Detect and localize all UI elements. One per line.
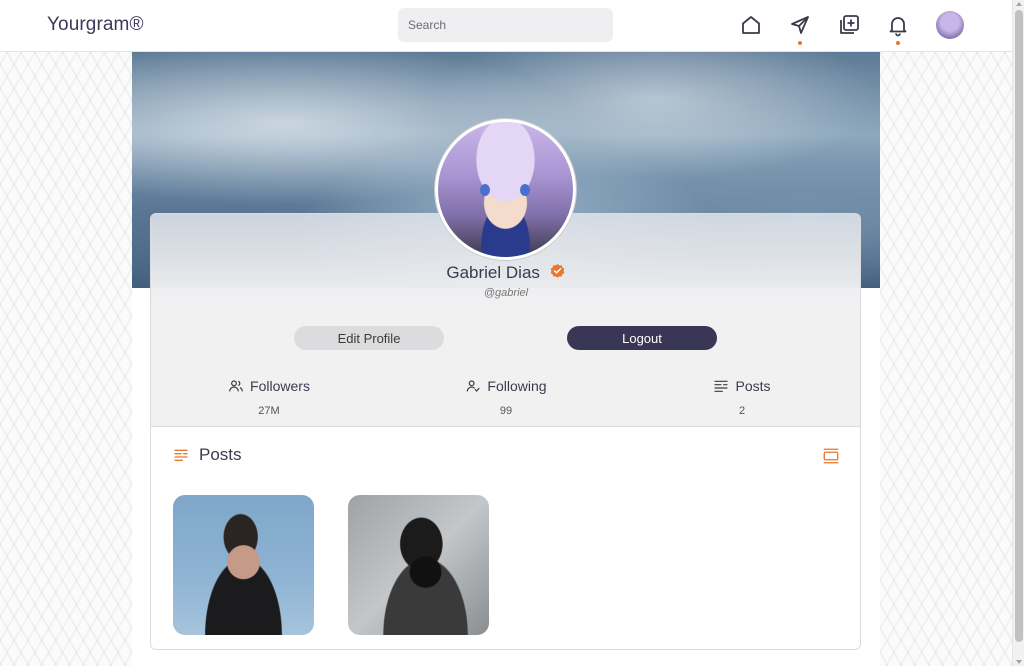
stat-label: Posts [735,378,771,394]
stat-posts[interactable]: Posts 2 [662,378,822,417]
stat-followers[interactable]: Followers 27M [189,378,349,417]
top-navigation-bar: Yourgram® [0,0,1012,52]
posts-icon [714,380,729,392]
logout-button[interactable]: Logout [567,326,717,350]
followers-icon [229,380,243,392]
edit-profile-button[interactable]: Edit Profile [294,326,444,350]
send-icon[interactable] [788,13,812,45]
avatar-eye [480,184,490,196]
profile-name: Gabriel Dias [446,263,540,282]
stat-value: 2 [738,405,746,417]
stat-following[interactable]: Following 99 [426,378,586,417]
profile-name-row: Gabriel Dias [0,263,1012,283]
verified-badge-icon [550,264,564,278]
scroll-thumb[interactable] [1015,10,1023,642]
stat-label: Following [487,378,547,394]
app-logo[interactable]: Yourgram® [47,14,144,36]
scrollbar[interactable] [1012,0,1024,666]
post-thumbnail[interactable] [348,495,489,635]
home-icon[interactable] [739,13,763,37]
profile-handle: @gabriel [483,287,529,299]
posts-list-icon [174,449,188,461]
profile-avatar[interactable] [435,119,576,260]
notification-dot [798,41,802,45]
layout-toggle-icon[interactable] [822,447,840,465]
stat-value: 99 [499,405,513,417]
posts-title: Posts [199,445,242,464]
bell-icon[interactable] [886,13,910,45]
posts-header: Posts [173,445,242,465]
posts-panel: Posts [150,426,861,650]
avatar[interactable] [936,11,964,39]
post-thumbnail[interactable] [173,495,314,635]
scroll-up-arrow[interactable] [1016,2,1022,6]
following-icon [467,380,481,392]
notification-dot [896,41,900,45]
search-input[interactable] [398,8,613,42]
add-post-icon[interactable] [837,13,861,37]
stat-value: 27M [258,405,280,417]
avatar-eye [520,184,530,196]
stat-label: Followers [250,378,310,394]
scroll-down-arrow[interactable] [1016,660,1022,664]
